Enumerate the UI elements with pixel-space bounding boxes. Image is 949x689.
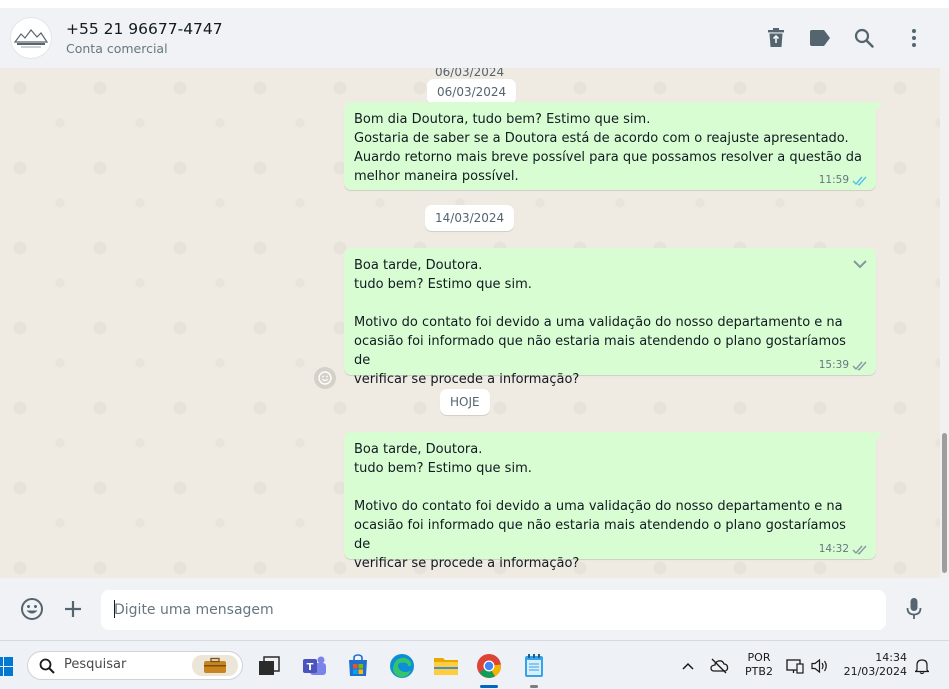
briefcase-icon <box>192 655 238 676</box>
notification-bell-icon[interactable] <box>912 653 932 679</box>
store-icon[interactable] <box>345 653 371 679</box>
contact-subtitle: Conta comercial <box>66 41 168 56</box>
message-time: 15:39 <box>818 359 849 371</box>
double-check-icon <box>852 176 867 186</box>
windows-start-icon[interactable] <box>0 654 14 680</box>
message-input[interactable] <box>101 590 886 630</box>
cloud-offline-icon[interactable] <box>707 653 731 679</box>
taskbar-search-label: Pesquisar <box>64 657 127 672</box>
svg-text:T: T <box>307 662 314 673</box>
date-separator-floating: 06/03/2024 <box>435 68 505 79</box>
taskbar: Pesquisar T POR PTB2 14:34 21/03/2024 <box>0 640 949 689</box>
contact-name[interactable]: +55 21 96677-4747 <box>66 20 223 38</box>
text-caret <box>114 600 115 618</box>
microphone-icon[interactable] <box>902 597 926 621</box>
menu-dots-icon[interactable] <box>902 26 926 50</box>
date-separator: 14/03/2024 <box>425 205 515 231</box>
message-meta: 15:39 <box>819 359 868 371</box>
clock-date: 21/03/2024 <box>843 665 907 678</box>
double-check-icon <box>852 361 867 371</box>
keyboard-layout: PTB2 <box>745 665 773 678</box>
input-language[interactable]: POR PTB2 <box>742 651 776 679</box>
teams-icon[interactable]: T <box>302 653 328 679</box>
message-bubble-outgoing[interactable]: Boa tarde, Doutora. tudo bem? Estimo que… <box>344 248 876 387</box>
date-separator: HOJE <box>440 389 490 415</box>
clock-time: 14:34 <box>875 651 907 664</box>
plus-icon[interactable] <box>62 598 84 620</box>
search-icon <box>39 658 55 674</box>
label-icon[interactable] <box>808 26 832 50</box>
chevron-up-icon[interactable] <box>678 653 698 679</box>
reaction-emoji-icon[interactable] <box>314 367 336 389</box>
message-meta: 11:59 <box>819 174 868 186</box>
emoji-icon[interactable] <box>20 597 44 621</box>
message-bubble-outgoing[interactable]: Boa tarde, Doutora. tudo bem? Estimo que… <box>344 432 883 571</box>
notepad-icon[interactable] <box>521 653 547 679</box>
search-icon[interactable] <box>852 26 876 50</box>
chat-area[interactable]: 06/03/2024 06/03/2024 Bom dia Doutora, t… <box>0 68 940 578</box>
network-icon[interactable] <box>785 653 805 679</box>
message-bubble-outgoing[interactable]: Bom dia Doutora, tudo bem? Estimo que si… <box>344 102 883 190</box>
taskbar-search[interactable]: Pesquisar <box>27 651 243 680</box>
message-text: Boa tarde, Doutora. tudo bem? Estimo que… <box>354 442 846 571</box>
avatar[interactable] <box>10 17 52 59</box>
file-explorer-icon[interactable] <box>433 653 459 679</box>
language-code: POR <box>747 651 771 664</box>
double-check-icon <box>852 545 867 555</box>
task-view-icon[interactable] <box>256 653 282 679</box>
message-text: Bom dia Doutora, tudo bem? Estimo que si… <box>354 112 862 184</box>
chrome-icon[interactable] <box>476 653 502 679</box>
bubble-tail <box>875 432 883 441</box>
volume-icon[interactable] <box>809 653 831 679</box>
trash-icon[interactable] <box>764 26 788 50</box>
chevron-down-icon[interactable] <box>852 254 868 273</box>
message-time: 14:32 <box>818 543 849 555</box>
scrollbar-thumb[interactable] <box>942 433 947 573</box>
message-composer <box>0 578 949 640</box>
bubble-tail <box>875 102 883 111</box>
clock[interactable]: 14:34 21/03/2024 <box>838 651 914 679</box>
message-time: 11:59 <box>818 174 849 186</box>
message-text: Boa tarde, Doutora. tudo bem? Estimo que… <box>354 258 846 387</box>
message-meta: 14:32 <box>819 543 868 555</box>
chat-header[interactable]: +55 21 96677-4747 Conta comercial <box>0 8 949 69</box>
edge-icon[interactable] <box>389 653 415 679</box>
